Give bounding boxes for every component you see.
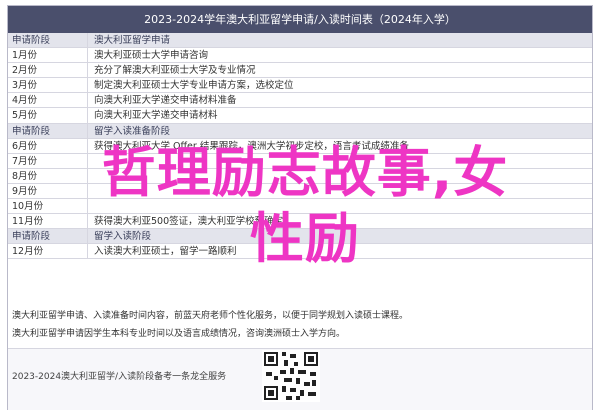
note-line-2: 澳大利亚留学申请因学生本科专业时间以及语言成绩情况，咨询澳洲硕士入学方向。 (12, 329, 346, 339)
row-time-cell: 2月份 (8, 63, 88, 78)
row-content-cell: 留学入读准备阶段 (94, 125, 171, 137)
row-content-cell: 充分了解澳大利亚硕士大学及专业情况 (94, 65, 256, 77)
table-row: 5月份 向澳大利亚大学递交申请材料 (8, 108, 592, 124)
row-time-cell: 申请阶段 (8, 123, 88, 138)
row-content-cell: 澳大利亚硕士大学申请咨询 (94, 50, 209, 62)
row-content-cell: 向澳大利亚大学递交申请材料 (94, 110, 218, 122)
row-time-cell: 5月份 (8, 108, 88, 123)
note-line-1: 澳大利亚留学申请、入读准备时间内容，前蓝天府老师个性化服务，以便于同学规划入读硕… (12, 311, 409, 321)
footer-text: 2023-2024澳大利亚留学/入读阶段备考一条龙全服务 (12, 372, 227, 382)
qr-code-icon[interactable] (262, 350, 320, 402)
table-row: 3月份 制定澳大利亚硕士大学专业申请方案，选校定位 (8, 78, 592, 94)
row-time-cell: 申请阶段 (8, 33, 88, 48)
row-time-cell: 3月份 (8, 78, 88, 93)
row-content-cell: 澳大利亚留学申请 (94, 35, 171, 46)
headline-line-1: 哲理励志故事,女 (101, 141, 509, 204)
table-title: 2023-2024学年澳大利亚留学申请/入读时间表（2024年入学） (8, 6, 592, 33)
table-row: 4月份 向澳大利亚大学递交申请材料准备 (8, 93, 592, 109)
headline-line-2: 性励 (250, 207, 360, 270)
table-section-row: 申请阶段 留学入读准备阶段 (8, 123, 592, 139)
table-section-row: 申请阶段 澳大利亚留学申请 (8, 33, 592, 49)
table-row: 2月份 充分了解澳大利亚硕士大学及专业情况 (8, 63, 592, 79)
row-content-cell: 向澳大利亚大学递交申请材料准备 (94, 95, 237, 107)
row-time-cell: 4月份 (8, 93, 88, 108)
table-row: 1月份 澳大利亚硕士大学申请咨询 (8, 48, 592, 64)
headline-overlay: 哲理励志故事,女 性励 (20, 140, 590, 272)
row-content-cell: 制定澳大利亚硕士大学专业申请方案，选校定位 (94, 80, 294, 92)
row-time-cell: 1月份 (8, 48, 88, 63)
